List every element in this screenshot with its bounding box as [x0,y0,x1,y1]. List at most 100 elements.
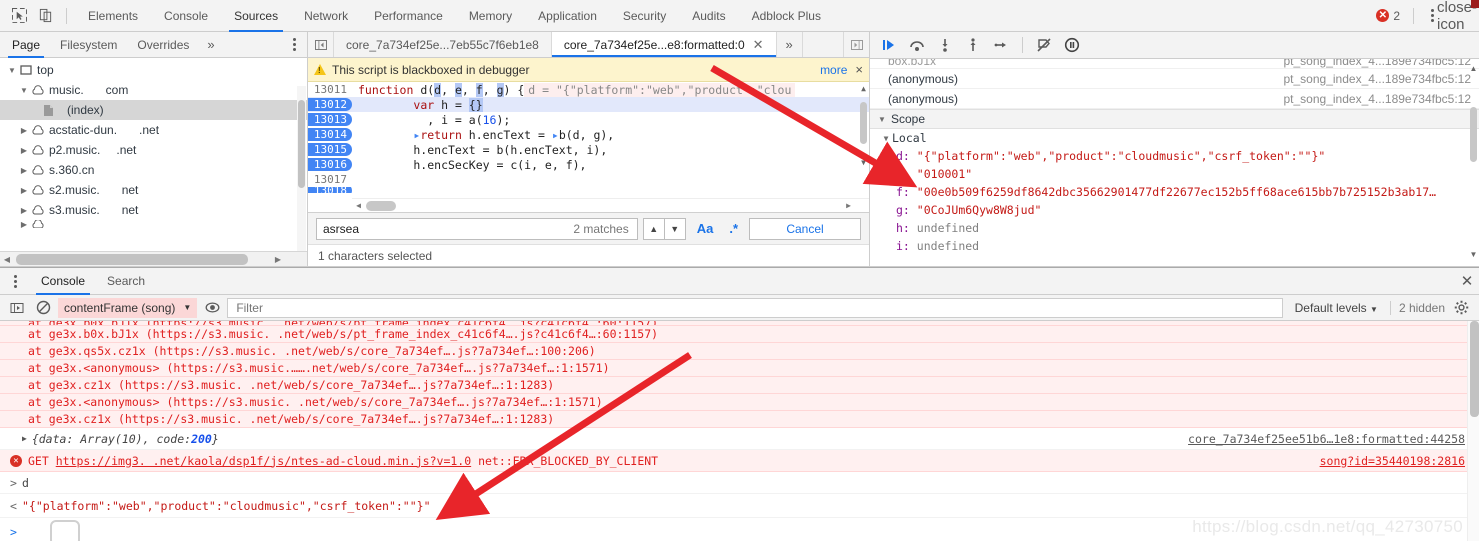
scope-variable-h[interactable]: h: undefined [870,219,1479,237]
execution-context-select[interactable]: contentFrame (song) ▼ [58,297,198,318]
search-prev-button[interactable]: ▲ [642,217,665,240]
tab-application[interactable]: Application [525,0,610,32]
editor-scroll-down-arrow[interactable]: ▼ [859,158,868,167]
tab-performance[interactable]: Performance [361,0,456,32]
clear-console-icon[interactable] [32,298,54,318]
log-levels-select[interactable]: Default levels ▼ [1287,301,1386,315]
live-expression-icon[interactable] [201,298,223,318]
scope-variable-i[interactable]: i: undefined [870,237,1479,255]
resume-script-button[interactable] [876,34,902,56]
tab-sources[interactable]: Sources [221,0,291,32]
console-source-link[interactable]: core_7a734ef25ee51b6…1e8:formatted:44258 [1188,432,1479,446]
code-line[interactable]: 13017 [308,172,869,187]
console-eval-result[interactable]: < "{"platform":"web","product":"cloudmus… [0,494,1479,518]
drawer-close-icon[interactable]: ✕ [1455,269,1479,293]
step-over-button[interactable] [904,34,930,56]
line-number-breakpoint[interactable]: 13014 [308,128,352,141]
scroll-left-arrow[interactable]: ◀ [0,255,14,264]
search-cancel-button[interactable]: Cancel [749,217,861,240]
editor-tab-core-formatted[interactable]: core_7a734ef25e...e8:formatted:0 ✕ [551,32,777,57]
tab-elements[interactable]: Elements [75,0,151,32]
search-input[interactable] [321,221,574,236]
step-into-button[interactable] [932,34,958,56]
twisty-collapsed-icon[interactable]: ▶ [18,220,30,228]
console-source-link[interactable]: song?id=35440198:2816 [1320,454,1479,468]
scrollbar-thumb[interactable] [16,253,248,265]
gear-icon[interactable] [1449,298,1473,318]
tree-item-p2-music[interactable]: ▶ p2.music. .net [0,140,307,160]
twisty-collapsed-icon[interactable]: ▶ [18,146,30,155]
nav-tab-overrides[interactable]: Overrides [127,32,199,58]
console-blocked-request[interactable]: ✕ GET https://img3. .net/kaola/dsp1f/js/… [0,450,1479,472]
console-object-result[interactable]: ▶ {data: Array(10), code: 200} core_7a73… [0,428,1479,450]
scroll-right-arrow[interactable]: ▶ [842,201,855,210]
tab-scroll-right-icon[interactable] [843,32,869,57]
tree-item-music-com[interactable]: ▼ music. com [0,80,307,100]
tree-item-s-360-cn[interactable]: ▶ s.360.cn [0,160,307,180]
scope-variable-d[interactable]: d: "{"platform":"web","product":"cloudmu… [870,147,1479,165]
editor-vertical-scrollbar[interactable] [859,82,868,212]
search-input-wrapper[interactable]: 2 matches [316,217,638,240]
scope-local-header[interactable]: ▼ Local [870,129,1479,147]
editor-horizontal-scrollbar[interactable]: ◀ ▶ [352,198,869,212]
chevron-down-icon[interactable]: ▼ [1370,305,1378,314]
scrollbar-thumb[interactable] [298,100,305,188]
call-stack-row[interactable]: (anonymous) pt_song_index_4...189e734fbc… [870,69,1479,89]
tab-audits[interactable]: Audits [679,0,738,32]
debugger-scroll-down-arrow[interactable]: ▼ [1469,250,1478,259]
twisty-expanded-icon[interactable]: ▼ [876,115,888,124]
navigator-horizontal-scrollbar[interactable]: ◀ ▶ [0,251,307,266]
nav-tab-more-icon[interactable]: » [199,32,222,58]
tab-scroll-left-icon[interactable] [308,32,334,57]
debugger-vertical-scrollbar[interactable] [1469,62,1478,262]
tree-item-s3-music[interactable]: ▶ s3.music. net [0,200,307,220]
code-line-partial[interactable]: 13018 [308,187,869,193]
inspect-cursor-icon[interactable] [6,4,32,28]
twisty-expanded-icon[interactable]: ▼ [880,134,892,143]
call-stack-row[interactable]: box.bJ1x pt_song_index_4...189e734fbc5:1… [870,59,1479,69]
call-stack-row[interactable]: (anonymous) pt_song_index_4...189e734fbc… [870,89,1479,109]
match-case-button[interactable]: Aa [692,221,719,236]
line-number-breakpoint[interactable]: 13012 [308,98,352,111]
line-number-breakpoint[interactable]: 13016 [308,158,352,171]
console-message-stack[interactable]: at ge3x.<anonymous> (https://s3.music. .… [0,394,1479,411]
expand-object-icon[interactable]: ▶ [22,434,27,443]
twisty-collapsed-icon[interactable]: ▶ [18,186,30,195]
tab-security[interactable]: Security [610,0,679,32]
line-number-breakpoint[interactable]: 13013 [308,113,352,126]
drawer-kebab-menu-icon[interactable] [4,269,26,293]
code-line[interactable]: 13015 h.encText = b(h.encText, i), [308,142,869,157]
code-line-current[interactable]: 13012 var h = {} [308,97,869,112]
chevron-down-icon[interactable]: ▼ [183,303,191,312]
navigator-vertical-scrollbar[interactable] [297,86,306,251]
search-next-button[interactable]: ▼ [663,217,686,240]
device-toolbar-icon[interactable] [32,4,58,28]
console-vertical-scrollbar[interactable] [1467,321,1479,541]
error-count-badge[interactable]: ✕ 2 [1370,9,1406,23]
scroll-right-arrow[interactable]: ▶ [271,255,285,264]
line-number[interactable]: 13017 [308,173,352,186]
tree-item-acstatic-dun[interactable]: ▶ acstatic-dun. .net [0,120,307,140]
tab-network[interactable]: Network [291,0,361,32]
pause-on-exceptions-button[interactable] [1059,34,1085,56]
navigator-kebab-menu-icon[interactable] [283,33,305,57]
scrollbar-thumb[interactable] [1470,321,1479,417]
console-message-list[interactable]: at ge3x.b0x.bJ1x (https://s3.music. .net… [0,321,1479,541]
tab-console[interactable]: Console [151,0,221,32]
scope-variable-e[interactable]: e: "010001" [870,165,1479,183]
console-message-stack[interactable]: at ge3x.cz1x (https://s3.music. .net/web… [0,411,1479,428]
drawer-tab-console[interactable]: Console [30,268,96,295]
console-message-stack[interactable]: at ge3x.<anonymous> (https://s3.music.……… [0,360,1479,377]
nav-tab-page[interactable]: Page [2,32,50,58]
tree-item-s2-music[interactable]: ▶ s2.music. net [0,180,307,200]
close-icon[interactable]: close-icon [1437,0,1477,33]
console-input-echo[interactable]: > d [0,472,1479,494]
tab-adblock-plus[interactable]: Adblock Plus [739,0,834,32]
step-button[interactable] [988,34,1014,56]
code-line[interactable]: 13011 function d(d, e, f, g) { d = "{"pl… [308,82,869,97]
console-message-stack[interactable]: at ge3x.qs5x.cz1x (https://s3.music. .ne… [0,343,1479,360]
twisty-collapsed-icon[interactable]: ▶ [18,126,30,135]
scope-variable-g[interactable]: g: "0CoJUm6Qyw8W8jud" [870,201,1479,219]
scrollbar-thumb[interactable] [1470,107,1477,162]
tab-close-icon[interactable]: ✕ [753,37,764,53]
